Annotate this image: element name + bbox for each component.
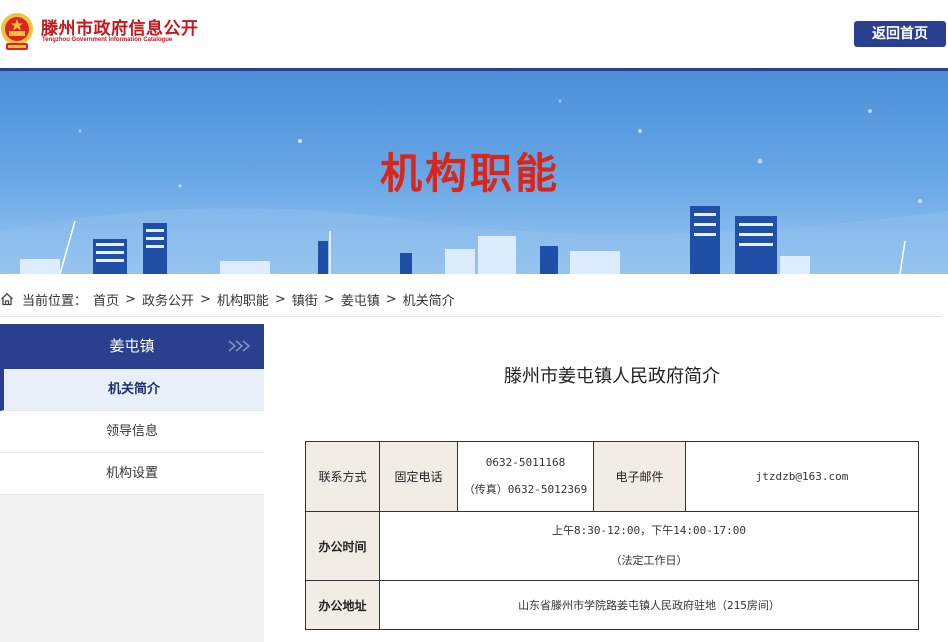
hours-value-cell: 上午8:30-12:00，下午14:00-17:00 （法定工作日） [379,511,919,581]
office-hours: 上午8:30-12:00，下午14:00-17:00 [551,524,747,537]
table-row: 办公时间 上午8:30-12:00，下午14:00-17:00 （法定工作日） [305,511,919,581]
breadcrumb-item-town[interactable]: 姜屯镇 [341,290,380,309]
site-logo-title[interactable]: 滕州市政府信息公开 [41,14,199,39]
hours-label-cell: 办公时间 [305,511,380,581]
email-value-cell: jtzdzb@163.com [685,441,919,512]
breadcrumb-label: 当前位置： [22,293,88,309]
banner: 机构职能 [0,71,948,274]
breadcrumb-item-gov-affairs[interactable]: 政务公开 [142,290,194,309]
address-label-cell: 办公地址 [305,580,380,630]
breadcrumb-separator: > [385,291,397,307]
contact-label-cell: 联系方式 [305,441,380,512]
breadcrumb-item-functions[interactable]: 机构职能 [217,290,269,309]
office-hours-note: （法定工作日） [610,554,688,567]
breadcrumb-item-towns[interactable]: 镇街 [292,290,318,309]
phone-number: 0632-5011168 [485,456,566,469]
back-home-button[interactable]: 返回首页 [854,21,946,47]
sidebar-heading: 姜屯镇 [0,324,264,369]
double-chevron-right-icon [228,340,251,352]
sidebar-item-leaders[interactable]: 领导信息 [0,411,264,453]
email-label-cell: 电子邮件 [593,441,686,512]
breadcrumb-divider [0,316,942,317]
home-icon [1,292,13,306]
site-header: 滕州市政府信息公开 Tengzhou Government Informatio… [0,0,948,68]
phone-value-cell: 0632-5011168 （传真）0632-5012369 [457,441,594,512]
fax-number: （传真）0632-5012369 [463,483,588,496]
banner-title: 机构职能 [379,149,560,198]
table-row: 联系方式 固定电话 0632-5011168 （传真）0632-5012369 … [305,441,919,512]
site-logo-subtitle: Tengzhou Government Information Catalogu… [42,37,173,43]
breadcrumb-separator: > [125,291,136,307]
sidebar: 姜屯镇 机关简介 领导信息 机构设置 [0,324,264,642]
phone-label-cell: 固定电话 [379,441,458,512]
breadcrumb-separator: > [323,291,335,307]
breadcrumb: 当前位置： 首页 > 政务公开 > 机构职能 > 镇街 > 姜屯镇 > 机关简介 [0,287,455,311]
address-value-cell: 山东省滕州市学院路姜屯镇人民政府驻地（215房间） [379,580,919,630]
breadcrumb-separator: > [199,291,211,307]
sidebar-item-structure[interactable]: 机构设置 [0,453,264,495]
contact-info-table: 联系方式 固定电话 0632-5011168 （传真）0632-5012369 … [305,441,919,630]
sidebar-item-overview[interactable]: 机关简介 [0,369,264,411]
page-title: 滕州市姜屯镇人民政府简介 [504,366,720,387]
breadcrumb-item-current[interactable]: 机关简介 [403,290,455,309]
breadcrumb-item-home[interactable]: 首页 [93,290,119,309]
sidebar-heading-label: 姜屯镇 [109,337,155,355]
table-row: 办公地址 山东省滕州市学院路姜屯镇人民政府驻地（215房间） [305,580,919,630]
breadcrumb-separator: > [274,291,286,307]
national-emblem-icon [1,13,33,50]
